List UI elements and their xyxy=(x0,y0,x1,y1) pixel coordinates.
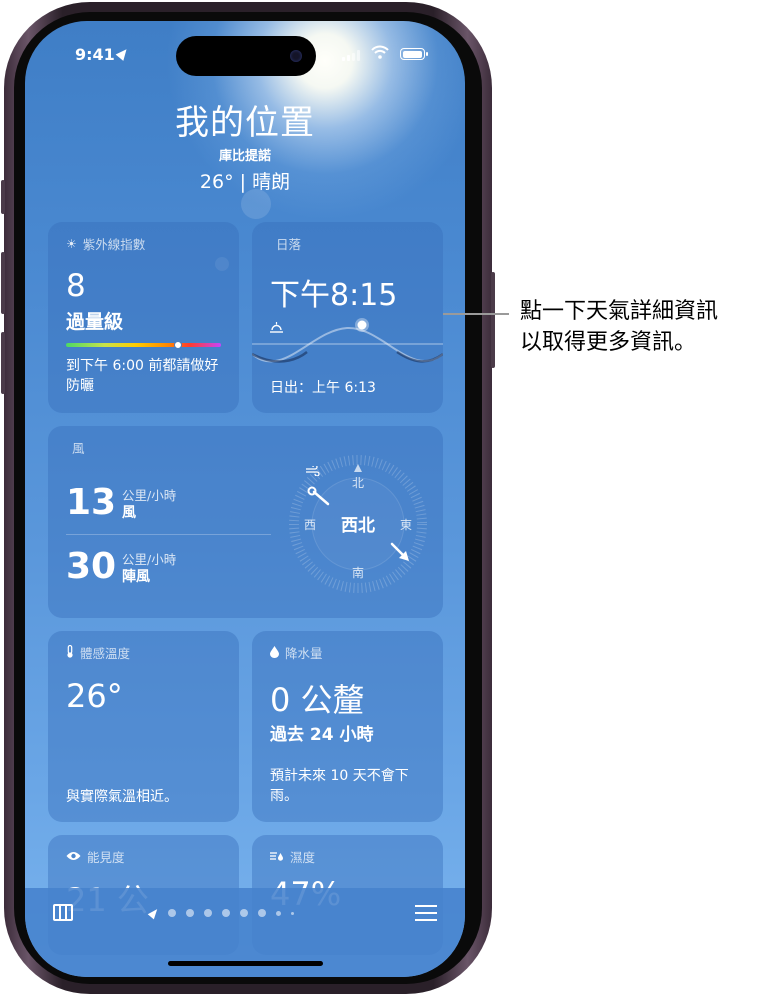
volume-up-button xyxy=(1,252,5,314)
compass-east: 東 xyxy=(400,518,412,532)
current-condition: 26° | 晴朗 xyxy=(199,171,291,193)
wind-card[interactable]: 風 13 公里/小時 風 30 公里/小時 陣風 北 東 南 西 西北 xyxy=(48,426,443,618)
visibility-label: 能見度 xyxy=(66,847,125,866)
battery-icon xyxy=(400,48,428,60)
status-time-text: 9:41 xyxy=(75,45,115,64)
uv-value: 8 xyxy=(66,268,86,304)
humidity-label-text: 濕度 xyxy=(290,850,316,865)
page-dot xyxy=(291,911,294,915)
page-dot xyxy=(186,909,194,917)
sunset-time: 下午8:15 xyxy=(270,278,398,313)
location-arrow-icon xyxy=(115,46,131,61)
eye-icon xyxy=(66,851,81,863)
page-indicator[interactable] xyxy=(147,906,294,920)
uv-index-card[interactable]: ☀ 紫外線指數 8 過量級 到下午 6:00 前都請做好防曬 xyxy=(48,222,239,413)
wind-compass: 北 東 南 西 西北 xyxy=(289,455,427,593)
compass-south: 南 xyxy=(352,565,364,580)
thermometer-icon xyxy=(66,644,74,660)
current-location-page-icon xyxy=(147,906,161,920)
page-dot xyxy=(168,909,176,917)
page-dot xyxy=(240,909,248,917)
uv-scale-marker xyxy=(173,341,182,349)
callout-line-1: 點一下天氣詳細資訊 xyxy=(520,299,719,324)
signal-icon xyxy=(342,50,360,61)
uv-scale-bar xyxy=(66,343,221,347)
weather-screen: 9:41 我的位置 庫比提諾 26° | 晴朗 ☀ 紫外線指數 8 過量級 到下… xyxy=(25,21,465,977)
map-icon[interactable] xyxy=(53,904,73,921)
precipitation-note: 預計未來 10 天不會下雨。 xyxy=(270,768,409,804)
wind-label-text: 風 xyxy=(72,441,85,456)
precipitation-period: 過去 24 小時 xyxy=(270,725,374,745)
feels-like-note: 與實際氣溫相近。 xyxy=(66,789,178,805)
dynamic-island xyxy=(176,36,316,76)
page-dot xyxy=(258,909,266,917)
list-icon[interactable] xyxy=(415,905,437,921)
uv-label-text: 紫外線指數 xyxy=(82,237,146,252)
wind-speed: 13 xyxy=(66,482,117,523)
uv-level: 過量級 xyxy=(66,311,124,333)
wind-gust-label: 陣風 xyxy=(122,569,150,585)
drop-icon xyxy=(270,645,279,660)
wind-direction: 西北 xyxy=(341,516,375,536)
volume-down-button xyxy=(1,332,5,394)
feels-like-label: 體感溫度 xyxy=(66,643,130,662)
page-dot xyxy=(204,909,212,917)
visibility-label-text: 能見度 xyxy=(87,850,125,865)
precipitation-card[interactable]: 降水量 0 公釐 過去 24 小時 預計未來 10 天不會下雨。 xyxy=(252,631,443,822)
wind-speed-label: 風 xyxy=(122,505,136,521)
callout-line xyxy=(443,313,509,315)
wind-gust: 30 xyxy=(66,546,117,587)
feels-like-value: 26° xyxy=(66,677,123,715)
sunset-label: 日落 xyxy=(270,234,302,333)
uv-note: 到下午 6:00 前都請做好防曬 xyxy=(66,358,219,394)
sunset-label-text: 日落 xyxy=(276,237,302,252)
precipitation-label: 降水量 xyxy=(270,643,323,662)
compass-west: 西 xyxy=(304,518,316,532)
precipitation-label-text: 降水量 xyxy=(285,646,323,661)
location-title[interactable]: 我的位置 xyxy=(25,95,465,144)
callout-line-2: 以取得更多資訊。 xyxy=(520,330,697,355)
page-dot xyxy=(276,910,281,916)
status-time: 9:41 xyxy=(75,45,131,64)
humidity-label: 濕度 xyxy=(270,847,315,866)
side-button xyxy=(491,272,495,368)
wind-divider xyxy=(66,534,271,535)
feels-like-label-text: 體感溫度 xyxy=(80,646,131,661)
sunrise-time: 日出：上午 6:13 xyxy=(270,380,376,396)
front-camera xyxy=(290,50,302,62)
humidity-icon xyxy=(270,851,284,863)
page-dot xyxy=(222,909,230,917)
wifi-icon xyxy=(370,45,390,61)
location-city: 庫比提諾 xyxy=(218,149,271,164)
wind-label: 風 xyxy=(66,438,320,476)
compass-north: 北 xyxy=(352,476,364,490)
precipitation-value: 0 公釐 xyxy=(270,681,365,719)
uv-label: ☀ 紫外線指數 xyxy=(66,234,145,253)
sun-path-chart xyxy=(252,318,443,363)
sun-icon: ☀ xyxy=(66,236,77,251)
feels-like-card[interactable]: 體感溫度 26° 與實際氣溫相近。 xyxy=(48,631,239,822)
action-button xyxy=(1,180,5,214)
home-indicator[interactable] xyxy=(168,961,323,966)
sunset-card[interactable]: 日落 下午8:15 日出：上午 6:13 xyxy=(252,222,443,413)
callout-text: 點一下天氣詳細資訊 以取得更多資訊。 xyxy=(520,296,782,358)
